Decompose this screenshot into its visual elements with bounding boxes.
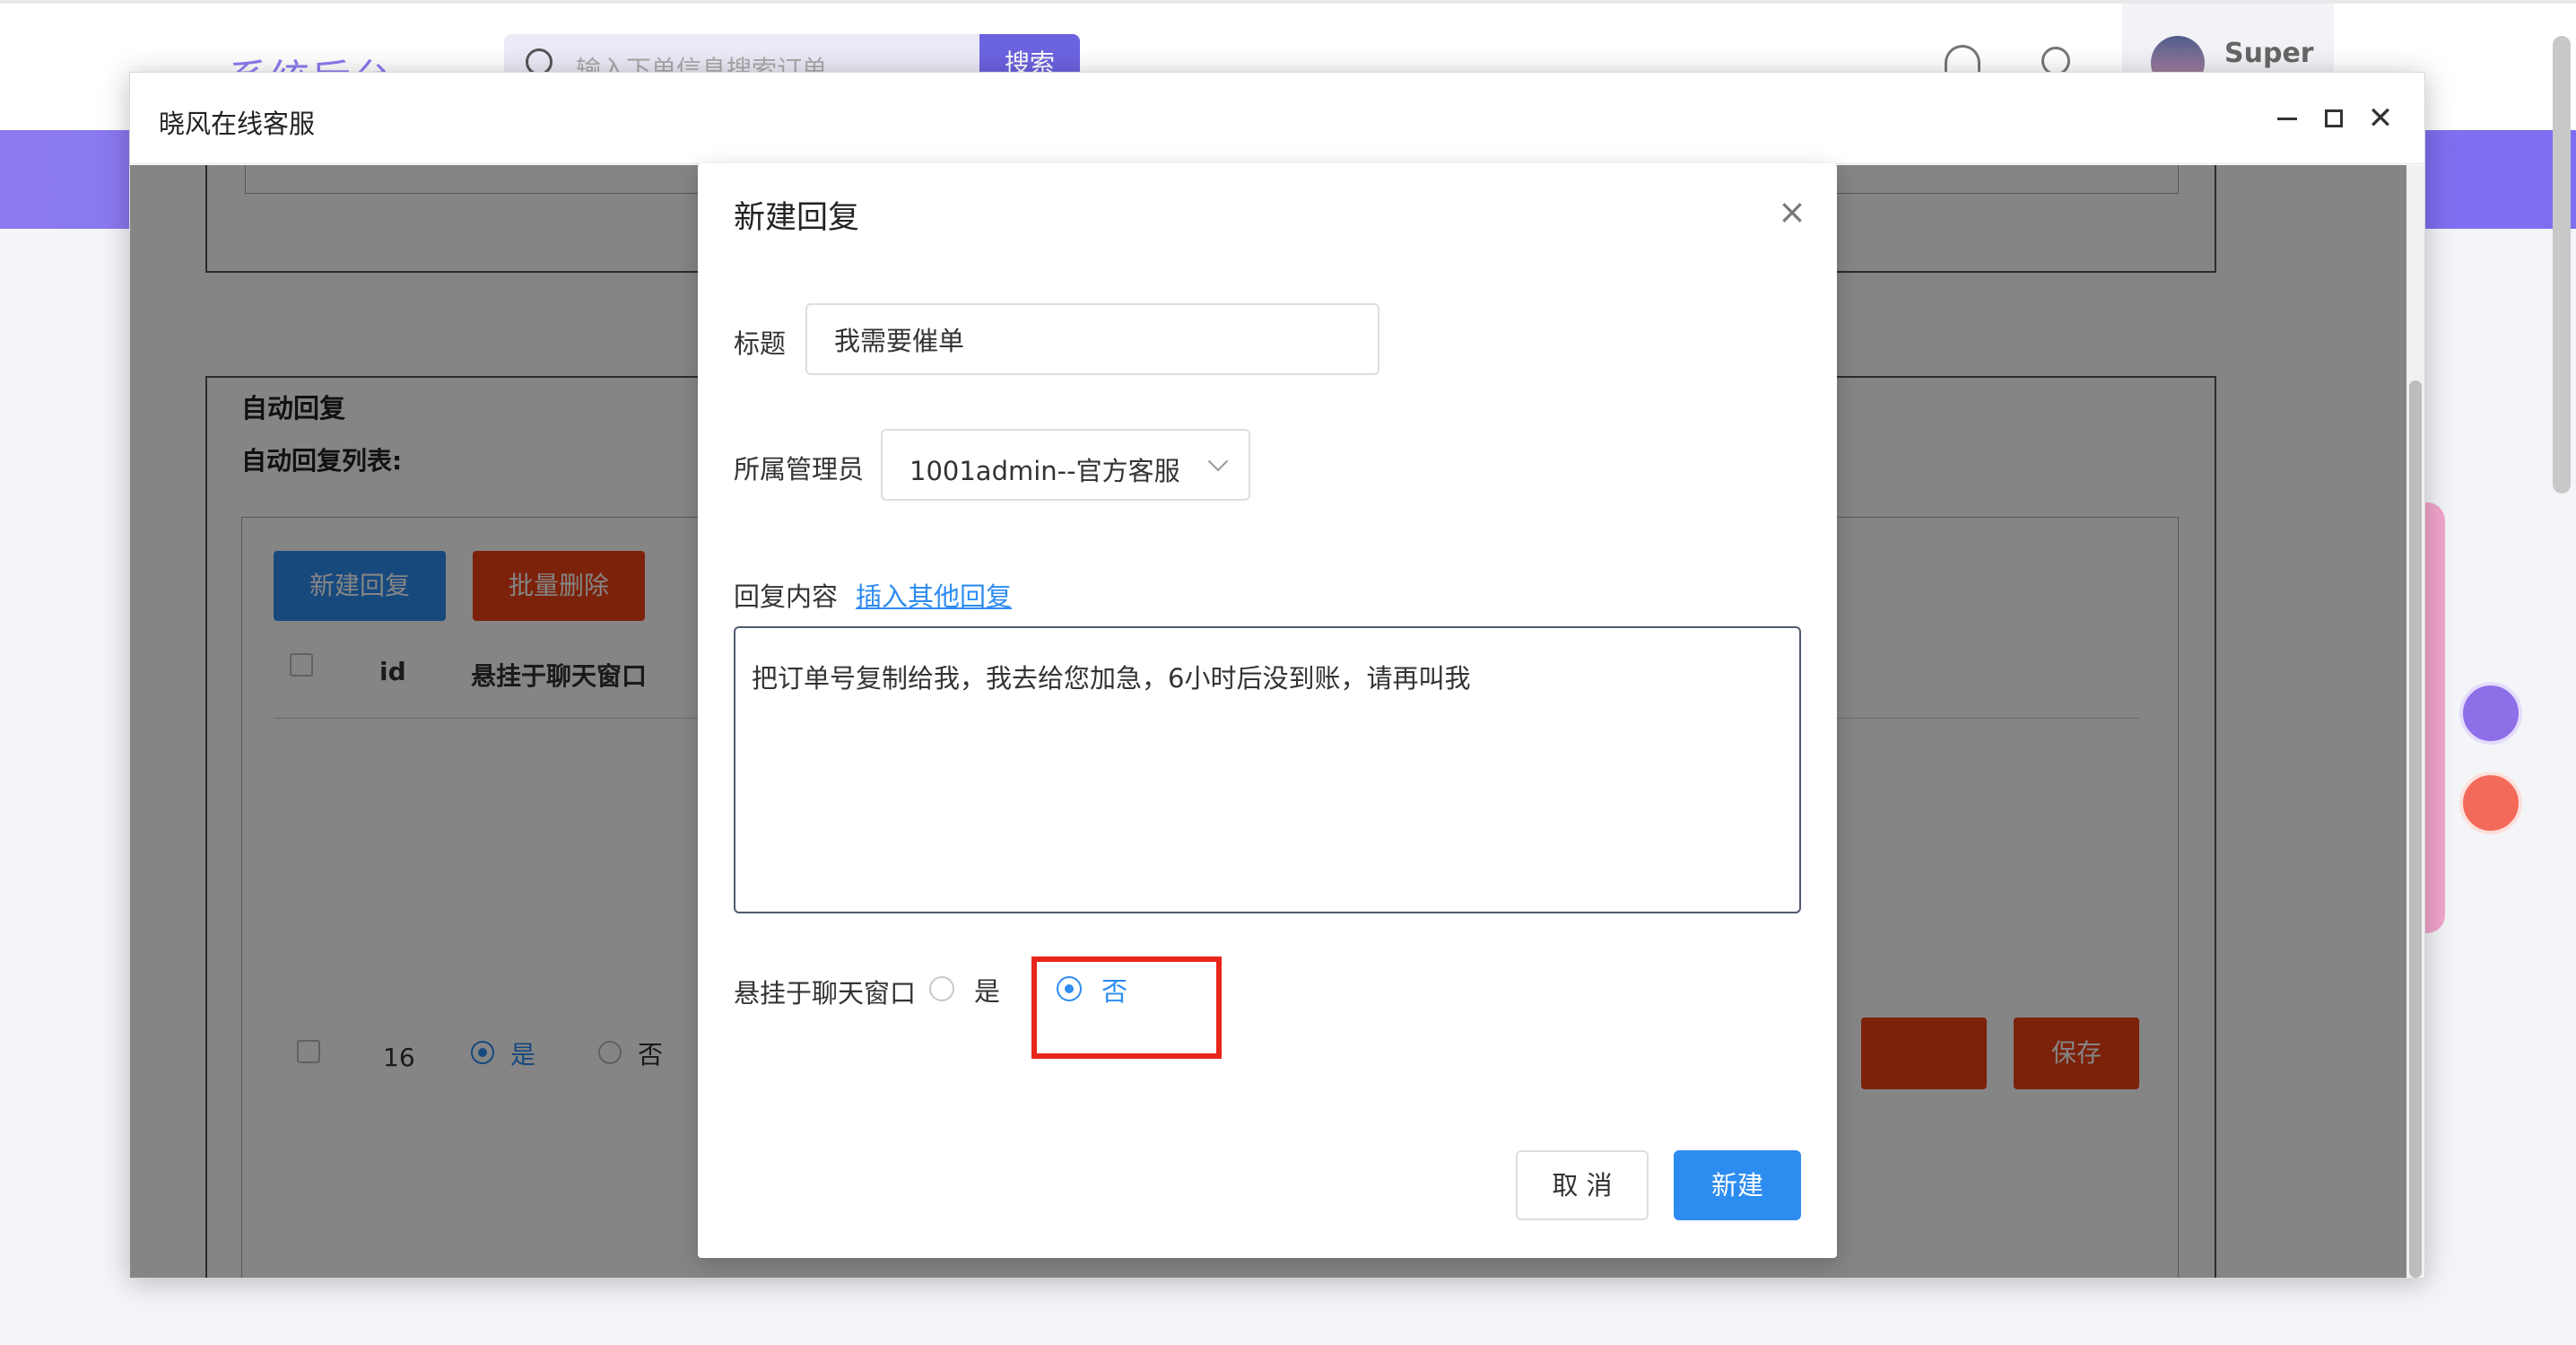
new-reply-dialog: 新建回复 × 标题 所属管理员 1001admin--官方客服 回复内容 插入其… — [698, 163, 1837, 1258]
admin-select[interactable]: 1001admin--官方客服 — [881, 429, 1250, 501]
minimize-icon — [2277, 117, 2297, 120]
title-input[interactable] — [805, 303, 1379, 375]
cancel-button[interactable]: 取 消 — [1516, 1150, 1649, 1220]
admin-select-value: 1001admin--官方客服 — [909, 456, 1180, 486]
create-button[interactable]: 新建 — [1674, 1150, 1801, 1220]
dialog-title: 新建回复 — [734, 200, 860, 236]
username[interactable]: Super — [2224, 38, 2314, 69]
pin-label: 悬挂于聊天窗口 — [734, 978, 917, 1009]
cube-icon[interactable] — [2459, 772, 2522, 834]
close-icon[interactable]: × — [1771, 190, 1814, 233]
admin-label: 所属管理员 — [734, 454, 865, 485]
pin-yes-radio[interactable] — [929, 976, 954, 1001]
maximize-button[interactable] — [2311, 96, 2356, 141]
window-titlebar[interactable]: 晓风在线客服 ✕ — [130, 73, 2424, 164]
window-scrollbar[interactable] — [2406, 165, 2424, 1278]
content-label: 回复内容 — [734, 581, 839, 612]
content-textarea[interactable]: 把订单号复制给我，我去给您加急，6小时后没到账，请再叫我 — [734, 626, 1801, 913]
page-scrollbar[interactable] — [2553, 36, 2571, 493]
title-label: 标题 — [734, 328, 787, 359]
maximize-icon — [2325, 109, 2343, 127]
chevron-down-icon — [1207, 450, 1229, 472]
window-close-button[interactable]: ✕ — [2358, 96, 2403, 141]
store-icon[interactable] — [2459, 682, 2522, 745]
highlight-annotation — [1031, 956, 1222, 1059]
pin-yes-label[interactable]: 是 — [974, 971, 1000, 1009]
insert-other-reply-link[interactable]: 插入其他回复 — [856, 576, 1012, 614]
window-scrollbar-thumb[interactable] — [2409, 380, 2422, 1278]
minimize-button[interactable] — [2265, 96, 2310, 141]
window-title: 晓风在线客服 — [159, 109, 316, 139]
